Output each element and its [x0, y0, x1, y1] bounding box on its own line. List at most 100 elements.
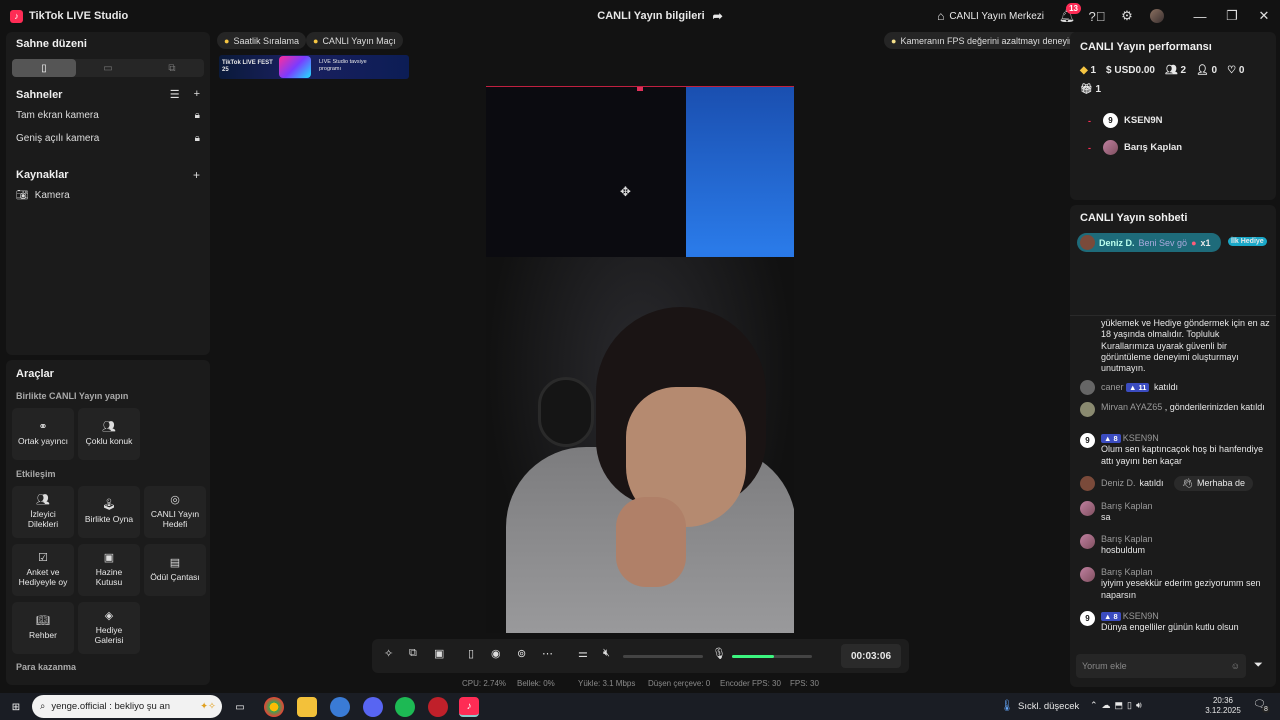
lock-icon[interactable]: 🔒︎	[195, 110, 200, 121]
tool-label: İzleyici Dilekleri	[27, 509, 59, 529]
chat-message[interactable]: Mirvan AYAZ65 , gönderilerinizden katıld…	[1080, 402, 1270, 417]
notification-count: 8	[1262, 706, 1270, 713]
speaker-volume-slider[interactable]	[623, 655, 703, 658]
record-icon[interactable]: ◉	[491, 647, 501, 660]
start-icon[interactable]: ⊞	[6, 697, 26, 717]
add-source-icon[interactable]: +	[193, 168, 200, 182]
chat-message[interactable]: caner ▲ 11 katıldı	[1080, 380, 1270, 395]
layout-icon[interactable]: ▣	[434, 647, 444, 660]
co-host-tool[interactable]: ⚭ Ortak yayıncı	[12, 408, 74, 460]
audio-mixer-icon[interactable]: ⚌	[578, 647, 588, 660]
weather-text[interactable]: Sıckl. düşecek	[1018, 701, 1079, 712]
chrome-icon[interactable]	[264, 697, 284, 717]
layout-landscape-button[interactable]: ▭	[76, 59, 140, 77]
clock-date: 3.12.2025	[1205, 706, 1241, 715]
chat-text: sa	[1101, 512, 1111, 523]
live-goal-tool[interactable]: ◎ CANLI Yayın Hedefi	[144, 486, 206, 538]
magic-wand-icon[interactable]: ✧	[384, 647, 393, 660]
speaker-muted-icon[interactable]: 🔇︎	[603, 647, 610, 660]
chat-message[interactable]: 9 ▲ 8 KSEN9N Dünya engelliler günün kutlu …	[1080, 611, 1270, 634]
tools-title: Araçlar	[16, 368, 54, 380]
chat-message[interactable]: Barış Kaplan hosbuldum	[1080, 534, 1270, 557]
profile-button[interactable]	[1142, 0, 1172, 32]
lock-icon[interactable]: 🔒︎	[195, 133, 200, 144]
chat-message[interactable]: 9 ▲ 8 KSEN9N Olum sen kaptıncaçok hoş bi h…	[1080, 433, 1270, 467]
ranking-item[interactable]: - 9 KSEN9N	[1088, 113, 1163, 128]
ranking-item[interactable]: - Barış Kaplan	[1088, 140, 1182, 155]
chat-message[interactable]: Deniz D. katıldı 👋︎ Merhaba de	[1080, 476, 1270, 492]
hourly-ranking-pill[interactable]: ● Saatlik Sıralama	[217, 32, 306, 49]
search-text: yenge.official : bekliyo şu an	[51, 701, 170, 712]
close-button[interactable]: ✕	[1248, 0, 1280, 32]
add-scene-icon[interactable]: +	[194, 88, 200, 101]
task-view-icon[interactable]: ▭	[230, 697, 250, 717]
mic-volume-slider[interactable]	[732, 655, 812, 658]
resize-handle[interactable]	[637, 87, 643, 91]
share-icon[interactable]: ➦	[713, 9, 723, 23]
camera-switch-icon[interactable]: ⊚	[517, 647, 526, 660]
promo-banner[interactable]: TikTok LIVE FEST 25 LIVE Studio tavsiye …	[219, 55, 409, 79]
live-center-button[interactable]: ⌂ CANLI Yayın Merkezi	[937, 9, 1044, 23]
tool-label: Hazine Kutusu	[95, 567, 123, 587]
obs-icon[interactable]	[428, 697, 448, 717]
rank-dash: -	[1088, 142, 1091, 153]
play-together-tool[interactable]: 🕹︎ Birlikte Oyna	[78, 486, 140, 538]
add-user-icon: 👤︎	[1196, 65, 1209, 76]
system-tray-icons[interactable]: ⌃☁⬒▯🔊︎	[1090, 700, 1146, 711]
discord-icon[interactable]	[363, 697, 383, 717]
viewer-requests-tool[interactable]: 👥︎ İzleyici Dilekleri	[12, 486, 74, 538]
gifts-stat: 🎁︎ 1	[1080, 84, 1101, 95]
link-icon: ⚭	[38, 421, 48, 434]
say-hello-button[interactable]: 👋︎ Merhaba de	[1173, 476, 1254, 492]
phone-icon[interactable]: ▯	[468, 647, 474, 660]
app-icon[interactable]	[330, 697, 350, 717]
layout-multi-button[interactable]: ⧉	[140, 59, 204, 77]
spotify-icon[interactable]	[395, 697, 415, 717]
chat-text: hosbuldum	[1101, 545, 1146, 556]
poll-tool[interactable]: ☑ Anket ve Hediyeyle oy	[12, 544, 74, 596]
chat-username: Deniz D.	[1101, 478, 1136, 488]
list-icon[interactable]: ☰	[170, 88, 180, 101]
scene-item[interactable]: Geniş açılı kamera 🔒︎	[16, 133, 200, 144]
live-info-title[interactable]: CANLI Yayın bilgileri ➦	[560, 9, 760, 23]
gift-gallery-tool[interactable]: ◈ Hediye Galerisi	[78, 602, 140, 654]
reward-bag-tool[interactable]: ▤ Ödül Çantası	[144, 544, 206, 596]
more-icon[interactable]: ⋯	[542, 647, 553, 660]
avatar	[1080, 380, 1095, 395]
chat-message[interactable]: Barış Kaplan sa	[1080, 501, 1270, 524]
tiktok-live-icon[interactable]: ♪	[459, 697, 479, 717]
first-gift-badge: İlk Hediye	[1228, 237, 1267, 246]
request-icon: 👥︎	[36, 494, 50, 507]
comment-input[interactable]: Yorum ekle ☺	[1076, 654, 1246, 678]
level-number: 11	[1138, 383, 1147, 392]
notification-badge: 13	[1066, 3, 1081, 14]
level-badge: ▲ 11	[1126, 383, 1150, 393]
scene-item[interactable]: Tam ekran kamera 🔒︎	[16, 110, 200, 121]
layout-portrait-button[interactable]: ▯	[12, 59, 76, 77]
effects-icon[interactable]: ⧉	[409, 647, 417, 660]
dollar-icon: $	[1106, 65, 1112, 76]
microphone-icon[interactable]: 🎙︎	[712, 647, 726, 660]
camera-preview[interactable]: ✥	[486, 86, 794, 633]
fps-tip-pill[interactable]: ● Kameranın FPS değerini azaltmayı deney…	[884, 32, 1082, 49]
heart-icon: ♡	[1227, 65, 1237, 76]
pinned-gift-banner[interactable]: Deniz D. Beni Sev gö ● x1	[1077, 233, 1221, 252]
filter-icon[interactable]: ⏷	[1254, 659, 1263, 672]
emoji-icon[interactable]: ☺	[1231, 661, 1240, 671]
tools-group-label: Etkileşim	[16, 469, 56, 479]
taskbar-search[interactable]: ⌕ yenge.official : bekliyo şu an ✦✧	[32, 695, 222, 718]
multi-guest-tool[interactable]: 👥︎ Çoklu konuk	[78, 408, 140, 460]
follow-count: 0	[1211, 65, 1218, 76]
treasure-box-tool[interactable]: ▣ Hazine Kutusu	[78, 544, 140, 596]
guide-tool[interactable]: 📖︎ Rehber	[12, 602, 74, 654]
source-item[interactable]: 📷︎ Kamera	[16, 190, 200, 201]
notifications-button[interactable]: 🔔︎ 13	[1052, 0, 1082, 32]
minimize-button[interactable]: —	[1184, 0, 1216, 32]
maximize-button[interactable]: ❐	[1216, 0, 1248, 32]
help-button[interactable]: ?⃝	[1082, 0, 1112, 32]
settings-button[interactable]: ⚙	[1112, 0, 1142, 32]
live-match-pill[interactable]: ● CANLI Yayın Maçı	[306, 32, 403, 49]
chat-message[interactable]: Barış Kaplan iyiyim yesekkür ederim geziy…	[1080, 567, 1270, 601]
clock[interactable]: 20:36 3.12.2025	[1200, 696, 1246, 716]
folder-icon[interactable]	[297, 697, 317, 717]
